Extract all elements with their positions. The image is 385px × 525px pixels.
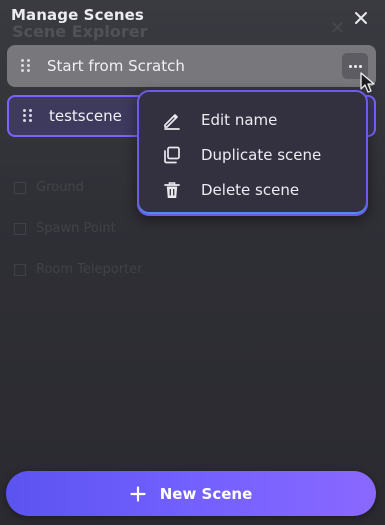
ghost-square-icon: [14, 222, 26, 235]
menu-item-delete-scene[interactable]: Delete scene: [139, 172, 366, 207]
new-scene-label: New Scene: [159, 484, 253, 503]
ghost-item-label: Spawn Point: [36, 221, 116, 236]
close-button[interactable]: [352, 9, 370, 27]
ghost-item-label: Ground: [36, 180, 84, 195]
ghost-close-icon: ✕: [329, 18, 345, 39]
pencil-icon: [161, 109, 183, 131]
scene-row-start-from-scratch[interactable]: Start from Scratch: [7, 45, 376, 87]
duplicate-icon: [161, 144, 183, 166]
ghost-item: Spawn Point: [14, 221, 116, 236]
menu-item-label: Edit name: [201, 110, 278, 129]
menu-item-edit-name[interactable]: Edit name: [139, 102, 366, 137]
menu-item-label: Delete scene: [201, 180, 300, 199]
ghost-title: Scene Explorer: [12, 22, 148, 41]
more-horizontal-icon: [348, 64, 352, 68]
ghost-item-label: Room Teleporter: [36, 262, 143, 277]
mouse-cursor-icon: [360, 72, 375, 93]
ghost-item: Room Teleporter: [14, 262, 142, 277]
drag-handle-icon[interactable]: [23, 109, 33, 123]
drag-handle-icon[interactable]: [21, 59, 31, 73]
close-icon: [355, 12, 367, 24]
manage-scenes-panel: Scene Explorer ✕ Ground Spawn Point Room…: [0, 0, 385, 525]
new-scene-button[interactable]: New Scene: [6, 471, 376, 516]
ghost-square-icon: [14, 263, 26, 276]
menu-item-label: Duplicate scene: [201, 145, 322, 164]
panel-title: Manage Scenes: [11, 6, 144, 24]
scene-context-menu: Edit name Duplicate scene Delete scene: [137, 90, 368, 216]
menu-item-duplicate-scene[interactable]: Duplicate scene: [139, 137, 366, 172]
scene-name: testscene: [49, 107, 122, 125]
scene-name: Start from Scratch: [47, 57, 185, 75]
trash-icon: [161, 179, 183, 201]
plus-icon: [130, 485, 146, 502]
ghost-item: Ground: [14, 180, 84, 195]
ghost-square-icon: [14, 181, 26, 194]
